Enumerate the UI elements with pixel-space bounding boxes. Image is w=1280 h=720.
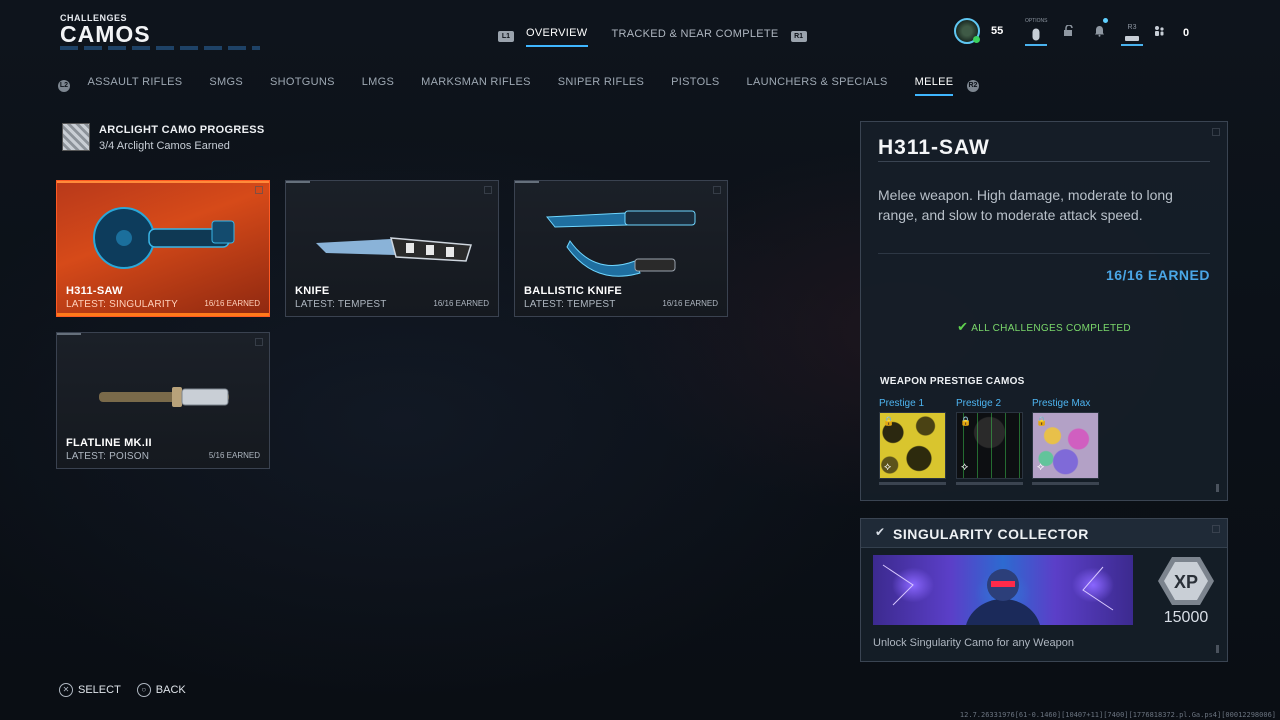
detail-weapon-title: H311-SAW xyxy=(878,136,990,159)
r3-button-icon[interactable]: R3 xyxy=(1121,16,1143,46)
tab-marksman-rifles[interactable]: MARKSMAN RIFLES xyxy=(421,76,531,96)
tab-smgs[interactable]: SMGS xyxy=(209,76,243,96)
tab-lmgs[interactable]: LMGS xyxy=(362,76,394,96)
friends-count: 0 xyxy=(1183,27,1190,39)
tab-shotguns[interactable]: SHOTGUNS xyxy=(270,76,335,96)
weapon-detail-panel: H311-SAW Melee weapon. High damage, mode… xyxy=(860,121,1228,501)
l1-button-icon[interactable]: L1 xyxy=(498,31,514,42)
prestige-emblem-icon: ⟡ xyxy=(884,461,892,473)
weapon-name: FLATLINE MK.II xyxy=(66,437,152,449)
weapon-card-flatline-mk2[interactable]: FLATLINE MK.II LATEST: POISON 5/16 EARNE… xyxy=(56,332,270,469)
prestige-camos-heading: WEAPON PRESTIGE CAMOS xyxy=(880,376,1025,387)
complete-label: ALL CHALLENGES COMPLETED xyxy=(971,323,1131,334)
unlock-icon[interactable] xyxy=(1058,16,1080,46)
prestige-camo-1[interactable]: Prestige 1 🔒 ⟡ xyxy=(879,398,947,485)
lock-icon: 🔒 xyxy=(883,416,895,426)
arclight-camo-thumbnail xyxy=(62,123,90,151)
friends-icon[interactable] xyxy=(1148,16,1170,46)
xp-reward-value: 15000 xyxy=(1163,609,1209,626)
select-label: SELECT xyxy=(78,684,121,696)
weapon-card-knife[interactable]: KNIFE LATEST: TEMPEST 16/16 EARNED xyxy=(285,180,499,317)
bell-icon[interactable] xyxy=(1088,16,1110,46)
tab-melee[interactable]: MELEE xyxy=(914,76,954,96)
player-avatar-icon[interactable] xyxy=(954,18,980,44)
weapon-name: BALLISTIC KNIFE xyxy=(524,285,622,297)
prestige-emblem-icon: ⟡ xyxy=(961,461,969,473)
weapon-earned-count: 16/16 EARNED xyxy=(204,299,260,308)
weapon-latest-camo: LATEST: SINGULARITY xyxy=(66,299,178,310)
tab-tracked-near-complete[interactable]: TRACKED & NEAR COMPLETE xyxy=(612,27,779,46)
r2-button-icon[interactable]: R2 xyxy=(966,80,979,92)
challenge-description: Unlock Singularity Camo for any Weapon xyxy=(873,637,1074,649)
select-button[interactable]: ✕ SELECT xyxy=(59,683,121,697)
arclight-progress-count: 3/4 Arclight Camos Earned xyxy=(99,140,230,152)
weapon-latest-camo: LATEST: POISON xyxy=(66,451,150,462)
weapon-latest-camo: LATEST: TEMPEST xyxy=(295,299,387,310)
weapon-earned-count: 16/16 EARNED xyxy=(433,299,489,308)
player-level: 55 xyxy=(991,25,1004,37)
footer-controls: ✕ SELECT ○ BACK xyxy=(59,683,202,697)
top-tab-bar: L1 OVERVIEW TRACKED & NEAR COMPLETE R1 xyxy=(498,26,807,47)
tab-sniper-rifles[interactable]: SNIPER RIFLES xyxy=(558,76,644,96)
weapon-name: KNIFE xyxy=(295,285,330,297)
l2-button-icon[interactable]: L2 xyxy=(58,80,70,92)
prestige-label: Prestige 2 xyxy=(956,398,1002,409)
back-button[interactable]: ○ BACK xyxy=(136,683,186,697)
options-label: OPTIONS xyxy=(1025,18,1048,24)
weapon-earned-count: 5/16 EARNED xyxy=(208,451,260,460)
xp-badge-icon: XP xyxy=(1158,557,1214,605)
page-title: CAMOS xyxy=(60,21,151,47)
challenge-title: SINGULARITY COLLECTOR xyxy=(893,526,1089,542)
cross-button-icon: ✕ xyxy=(59,683,73,697)
all-challenges-completed: ✔ ALL CHALLENGES COMPLETED xyxy=(861,319,1227,335)
tab-pistols[interactable]: PISTOLS xyxy=(671,76,719,96)
weapon-card-ballistic-knife[interactable]: BALLISTIC KNIFE LATEST: TEMPEST 16/16 EA… xyxy=(514,180,728,317)
checkmark-icon: ✔ xyxy=(875,525,886,539)
xp-label: XP xyxy=(1174,572,1198,592)
options-controller-icon[interactable]: OPTIONS xyxy=(1025,16,1048,46)
prestige-max-swatch: 🔒 ⟡ xyxy=(1032,412,1099,479)
tab-overview[interactable]: OVERVIEW xyxy=(526,26,588,47)
detail-earned-count: 16/16 EARNED xyxy=(1105,267,1210,283)
weapon-name: H311-SAW xyxy=(66,285,123,297)
back-label: BACK xyxy=(155,684,186,696)
weapon-earned-count: 16/16 EARNED xyxy=(662,299,718,308)
prestige-emblem-icon: ⟡ xyxy=(1037,461,1045,473)
player-hud: 55 xyxy=(954,18,1003,44)
detail-weapon-description: Melee weapon. High damage, moderate to l… xyxy=(878,187,1173,223)
prestige-2-swatch: 🔒 ⟡ xyxy=(956,412,1023,479)
checkmark-icon: ✔ xyxy=(957,319,969,334)
tab-launchers-specials[interactable]: LAUNCHERS & SPECIALS xyxy=(747,76,888,96)
title-underline-decoration xyxy=(60,46,260,50)
prestige-1-swatch: 🔒 ⟡ xyxy=(879,412,946,479)
r3-label: R3 xyxy=(1127,24,1137,31)
challenge-panel: ✔ SINGULARITY COLLECTOR XP 15000 Unlock … xyxy=(860,518,1228,662)
prestige-camo-max[interactable]: Prestige Max 🔒 ⟡ xyxy=(1032,398,1100,485)
r1-button-icon[interactable]: R1 xyxy=(790,31,807,42)
lock-icon: 🔒 xyxy=(1036,416,1048,426)
circle-button-icon: ○ xyxy=(136,683,151,697)
weapon-latest-camo: LATEST: TEMPEST xyxy=(524,299,616,310)
prestige-label: Prestige 1 xyxy=(879,398,925,409)
category-tab-bar: L2 ASSAULT RIFLES SMGS SHOTGUNS LMGS MAR… xyxy=(58,76,979,96)
lock-icon: 🔒 xyxy=(960,416,972,426)
build-version-string: 12.7.26331976[61-0.1460][10407+11][7400]… xyxy=(959,711,1276,719)
arclight-progress-title: ARCLIGHT CAMO PROGRESS xyxy=(99,124,265,136)
singularity-calling-card-image xyxy=(873,555,1133,625)
prestige-label: Prestige Max xyxy=(1032,398,1091,409)
tab-assault-rifles[interactable]: ASSAULT RIFLES xyxy=(88,76,183,96)
prestige-camo-2[interactable]: Prestige 2 🔒 ⟡ xyxy=(956,398,1024,485)
weapon-card-h311-saw[interactable]: H311-SAW LATEST: SINGULARITY 16/16 EARNE… xyxy=(56,180,270,317)
